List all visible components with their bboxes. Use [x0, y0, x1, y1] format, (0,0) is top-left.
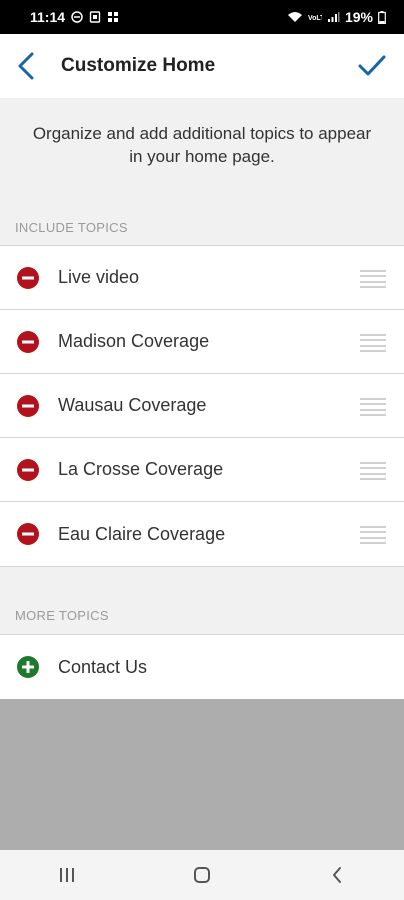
- drag-handle-icon[interactable]: [360, 270, 386, 288]
- recent-apps-icon: [60, 868, 75, 882]
- drag-handle-icon[interactable]: [360, 462, 386, 480]
- more-topics-list: Contact Us: [0, 634, 404, 700]
- volte-icon: VoLTE: [308, 11, 322, 23]
- empty-area: [0, 699, 404, 850]
- recent-apps-button[interactable]: [42, 855, 92, 895]
- back-button[interactable]: [8, 48, 44, 84]
- remove-topic-button[interactable]: [17, 523, 39, 545]
- back-icon: [332, 867, 341, 883]
- drag-handle-icon[interactable]: [360, 526, 386, 544]
- intro-text: Organize and add additional topics to ap…: [32, 124, 372, 166]
- remove-topic-button[interactable]: [17, 395, 39, 417]
- minus-icon: [22, 468, 34, 472]
- home-icon: [193, 867, 210, 883]
- app-header: Customize Home: [0, 34, 404, 98]
- minus-icon: [22, 404, 34, 408]
- status-time: 11:14: [30, 9, 66, 25]
- page-title: Customize Home: [61, 55, 216, 76]
- list-item: Contact Us: [0, 635, 404, 699]
- battery-icon: [378, 10, 386, 24]
- status-bar: 11:14 VoLTE 19%: [0, 0, 404, 34]
- remove-topic-button[interactable]: [17, 331, 39, 353]
- status-left: 11:14: [30, 9, 119, 25]
- plus-icon: [22, 661, 34, 673]
- minus-icon: [22, 340, 34, 344]
- list-item: Eau Claire Coverage: [0, 502, 404, 566]
- topic-label: Eau Claire Coverage: [58, 523, 226, 544]
- remove-topic-button[interactable]: [17, 459, 39, 481]
- chevron-left-icon: [18, 52, 34, 80]
- do-not-disturb-icon: [71, 11, 83, 23]
- battery-percent: 19%: [344, 9, 373, 25]
- signal-icon: [327, 11, 340, 23]
- svg-text:VoLTE: VoLTE: [308, 15, 322, 22]
- home-button[interactable]: [177, 855, 227, 895]
- intro-panel: Organize and add additional topics to ap…: [0, 98, 404, 208]
- more-topics-label: MORE TOPICS: [0, 597, 404, 635]
- minus-icon: [22, 276, 34, 280]
- list-item: Live video: [0, 246, 404, 310]
- status-right: VoLTE 19%: [287, 9, 386, 25]
- drag-handle-icon[interactable]: [360, 334, 386, 352]
- wifi-icon: [287, 11, 303, 23]
- checkmark-icon: [358, 55, 386, 76]
- topic-label: Madison Coverage: [58, 331, 210, 351]
- list-item: Madison Coverage: [0, 310, 404, 374]
- drag-handle-icon[interactable]: [360, 398, 386, 416]
- add-topic-button[interactable]: [17, 656, 39, 678]
- remove-topic-button[interactable]: [17, 267, 39, 289]
- topic-label: Wausau Coverage: [58, 395, 207, 415]
- system-nav-bar: [0, 850, 404, 900]
- topic-label: Contact Us: [58, 656, 148, 677]
- list-item: La Crosse Coverage: [0, 438, 404, 502]
- topic-label: Live video: [58, 267, 140, 287]
- include-topics-list: Live video Madison Coverage Wausau Cover…: [0, 245, 404, 567]
- minus-icon: [22, 532, 34, 536]
- grid-app-icon: [107, 11, 119, 23]
- include-topics-label: INCLUDE TOPICS: [0, 208, 404, 246]
- save-button[interactable]: [354, 48, 390, 84]
- screenshot-icon: [89, 11, 101, 23]
- topic-label: La Crosse Coverage: [58, 459, 224, 479]
- list-item: Wausau Coverage: [0, 374, 404, 438]
- nav-back-button[interactable]: [312, 855, 362, 895]
